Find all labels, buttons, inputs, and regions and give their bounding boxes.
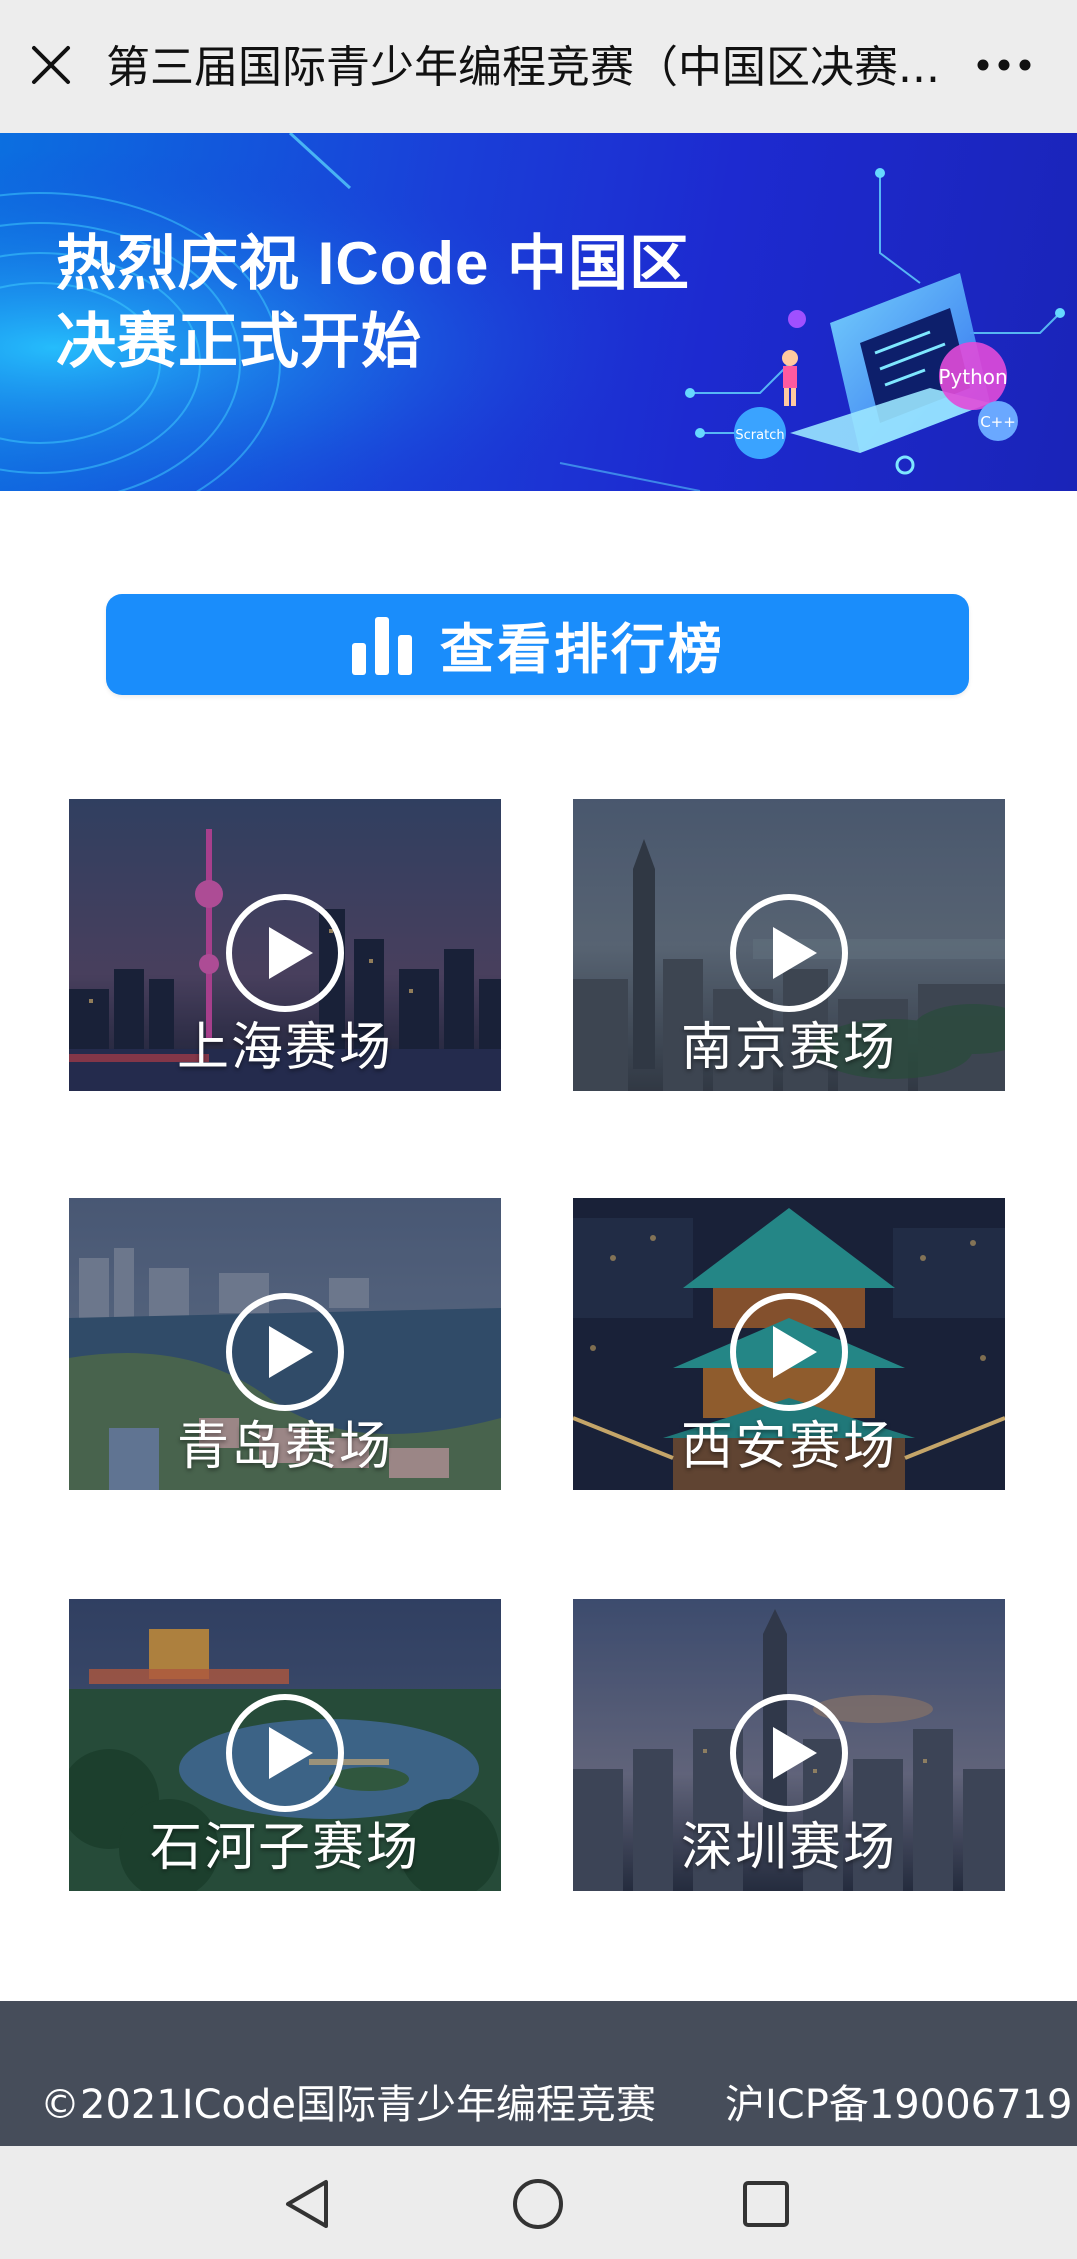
python-badge-text: Python [938,365,1007,389]
venue-label: 南京赛场 [680,1018,897,1078]
venue-card-xian[interactable]: 西安赛场 [573,1198,1005,1490]
venue-label: 青岛赛场 [176,1417,393,1477]
venue-card-shanghai[interactable]: 上海赛场 [69,799,501,1091]
venue-card-nanjing[interactable]: 南京赛场 [573,799,1005,1091]
hero-banner: Python Scratch C++ 热烈庆祝 ICode 中国区 决赛正式开始 [0,133,1077,491]
more-options-button[interactable] [974,42,1034,88]
bar-chart-icon [352,616,412,675]
page-title: 第三届国际青少年编程竞赛（中国区决赛... [106,42,940,93]
banner-headline: 热烈庆祝 ICode 中国区 决赛正式开始 [56,225,690,381]
play-icon[interactable] [729,1693,849,1813]
copyright-text: ©2021ICode国际青少年编程竞赛 [40,2082,656,2128]
venue-card-shenzhen[interactable]: 深圳赛场 [573,1599,1005,1891]
view-leaderboard-label: 查看排行榜 [440,618,725,681]
close-icon [32,46,70,84]
venue-card-qingdao[interactable]: 青岛赛场 [69,1198,501,1490]
back-triangle-icon[interactable] [278,2174,338,2234]
venue-label: 上海赛场 [176,1018,393,1078]
play-icon[interactable] [225,893,345,1013]
home-circle-icon[interactable] [508,2174,568,2234]
venue-label: 石河子赛场 [149,1818,420,1878]
cpp-badge-text: C++ [980,413,1016,431]
system-navigation-bar [0,2146,1077,2259]
venue-label: 西安赛场 [680,1417,897,1477]
page-footer: ©2021ICode国际青少年编程竞赛 沪ICP备19006719 [0,2001,1077,2146]
more-icon [977,59,1031,71]
play-icon[interactable] [729,893,849,1013]
venue-card-shihezi[interactable]: 石河子赛场 [69,1599,501,1891]
recents-square-icon[interactable] [736,2174,796,2234]
close-button[interactable] [28,42,74,88]
play-icon[interactable] [225,1292,345,1412]
icp-license-link[interactable]: 沪ICP备19006719 [725,2077,1072,2133]
top-navigation-bar: 第三届国际青少年编程竞赛（中国区决赛... [0,0,1077,133]
view-leaderboard-button[interactable]: 查看排行榜 [106,594,969,695]
venue-label: 深圳赛场 [680,1818,897,1878]
play-icon[interactable] [225,1693,345,1813]
banner-line-1: 热烈庆祝 ICode 中国区 [56,230,691,297]
scratch-badge-text: Scratch [735,428,784,443]
play-icon[interactable] [729,1292,849,1412]
banner-line-2: 决赛正式开始 [56,308,422,375]
